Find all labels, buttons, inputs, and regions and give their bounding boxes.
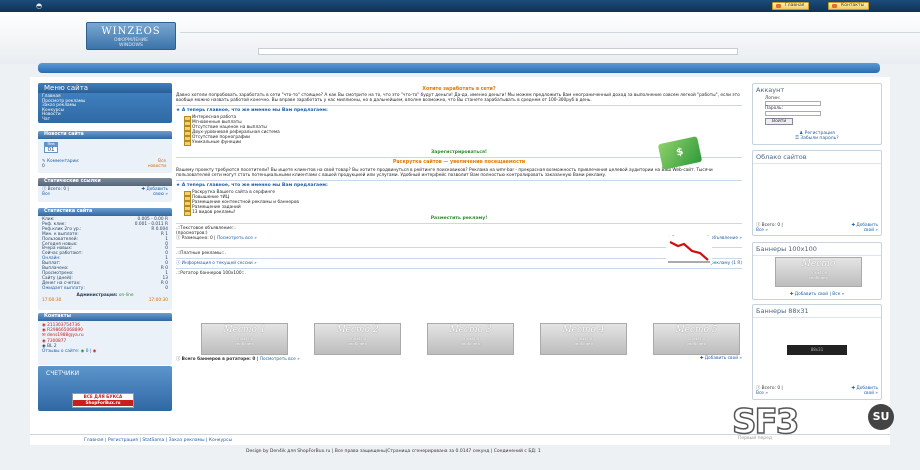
paid-label: .::Платные рекламы::. bbox=[176, 251, 226, 256]
cloud-all-link[interactable]: Все » bbox=[756, 228, 768, 233]
cloud-add-link[interactable]: ✚ Добавить свой » bbox=[851, 223, 878, 233]
stat-row: Ожидает выплату: 0 bbox=[42, 285, 168, 292]
banner-slot-3[interactable]: Место 3 100x100 свободно bbox=[427, 323, 514, 355]
star-icon: ★ bbox=[176, 108, 181, 113]
site-cloud-box: Облако сайтов ⓘ Всего: 0 | Все » ✚ Добави… bbox=[752, 150, 882, 236]
banners-100-add-link[interactable]: ✚ Добавить свой | Все » bbox=[753, 292, 881, 297]
b88-all-link[interactable]: Все » bbox=[756, 391, 768, 396]
banner-100-slot[interactable]: Место 100x100 свободно bbox=[775, 257, 862, 287]
banner-slot-5[interactable]: Место 5 100x100 свободно bbox=[653, 323, 740, 355]
text-ad-count: ⓘ Размещено: 0 | Посмотреть все » bbox=[176, 236, 257, 241]
header-search-bar[interactable] bbox=[258, 48, 738, 55]
earn-title: Хотите заработать в сети? bbox=[422, 87, 496, 92]
watermark-logo: SF3 bbox=[731, 401, 800, 443]
stat-label: Ожидает выплату: bbox=[42, 285, 85, 291]
earn-text: Давно хотели попробовать заработать в се… bbox=[176, 93, 740, 103]
static-links-title: Статические ссылки bbox=[38, 178, 172, 186]
account-title: Аккаунт bbox=[756, 86, 785, 94]
banners-100-title: Баннеры 100x100 bbox=[753, 243, 881, 256]
star-icon: ★ bbox=[176, 183, 181, 188]
stat-value: 0 bbox=[165, 285, 168, 291]
site-stats-title: Статистика сайта bbox=[38, 208, 172, 216]
money-icon: ✚ bbox=[789, 292, 794, 297]
feature2-item: 13 видов рекламы! bbox=[184, 210, 742, 216]
banner-slot-4[interactable]: Место 4 100x100 свободно bbox=[540, 323, 627, 355]
static-links-box: Статические ссылки ⓘ Всего: 0 | ✚ Добави… bbox=[38, 178, 172, 202]
login-button[interactable]: Войти bbox=[765, 118, 794, 125]
place-ad-link[interactable]: Разместить рекламу! bbox=[176, 216, 742, 221]
banners-add-link[interactable]: ✚ Добавить свой » bbox=[700, 356, 742, 362]
watermark-badge: SU bbox=[868, 404, 894, 430]
password-input[interactable] bbox=[765, 111, 821, 116]
rss-icon[interactable]: ◓ bbox=[36, 2, 44, 10]
banner-88-slot[interactable]: 88x31 bbox=[787, 345, 847, 355]
site-stats-box: Статистика сайта Клик: 0.005 - 0.00 R Реф.… bbox=[38, 208, 172, 310]
add-icon: ✚ bbox=[851, 223, 855, 228]
paid-info-link[interactable]: ⓘ Информация о текущей сессии » bbox=[176, 261, 257, 266]
site-stats-list: Клик: 0.005 - 0.00 R Реф. клик: 0.001 - 0.0… bbox=[38, 216, 172, 310]
banners-88-box: Баннеры 88x31 88x31 ⓘ Всего: 0 | Все » ✚ … bbox=[752, 304, 882, 400]
contacts-box: Контакты ◉ 211303754736 ◉ R298665068890 … bbox=[38, 313, 172, 365]
reviews-link[interactable]: Отзывы о сайте: ◉ 0 | ◉ bbox=[42, 349, 168, 354]
b88-add-link[interactable]: ✚ Добавить свой » bbox=[851, 386, 878, 396]
banners-footer: ⓘ Всего баннеров в ротаторе: 0 | Посмотр… bbox=[176, 356, 742, 362]
chart-down-icon bbox=[666, 236, 712, 264]
news-date-day: 01 bbox=[44, 146, 58, 153]
top-bar: ◓ Главная Контакты bbox=[0, 0, 920, 12]
text-ad-view-link[interactable]: Посмотреть все » bbox=[217, 236, 257, 241]
nav-bar bbox=[38, 63, 880, 73]
banner-slot-2[interactable]: Место 2 100x100 свободно bbox=[314, 323, 401, 355]
static-own-link[interactable]: свою » bbox=[153, 192, 168, 198]
home-icon bbox=[776, 4, 781, 8]
counters-box: СЧЕТЧИКИ ВСЕ ДЛЯ БУКСА ShopForBux.ru bbox=[38, 366, 172, 411]
main-content: Хотите заработать в сети? Давно хотели п… bbox=[176, 83, 742, 439]
site-cloud-title: Облако сайтов bbox=[753, 151, 881, 164]
key-icon: ⚿ bbox=[795, 136, 799, 141]
news-comments-link[interactable]: ✎ Комментарии: bbox=[42, 159, 79, 165]
counters-title: СЧЕТЧИКИ bbox=[46, 370, 80, 377]
news-box: Новости сайта Янв 01 ✎ Комментарии: 0 Вс… bbox=[38, 131, 172, 173]
info-icon: ⓘ bbox=[176, 261, 181, 266]
admin-time: 17:00:30 17:00:30 bbox=[42, 297, 168, 303]
info-icon: ⓘ bbox=[176, 357, 181, 362]
reviews-minus-icon: ◉ bbox=[92, 349, 97, 355]
footer-links[interactable]: Главная | Регистрация | StatSama | Заказ… bbox=[84, 438, 232, 443]
banners-100-box: Баннеры 100x100 Место 100x100 свободно ✚ Д… bbox=[752, 242, 882, 300]
counter-badge[interactable]: ВСЕ ДЛЯ БУКСА ShopForBux.ru bbox=[72, 393, 134, 408]
all-news-link[interactable]: Все новости bbox=[148, 159, 166, 169]
banners-view-link[interactable]: Посмотреть все » bbox=[260, 357, 300, 362]
menu-title: Меню сайта bbox=[38, 83, 172, 93]
offer-title: ★ А теперь главное, что же именно мы Вам… bbox=[176, 108, 328, 113]
register-link[interactable]: Зарегистрироваться! bbox=[176, 150, 742, 155]
menu-item-chat[interactable]: Чат bbox=[42, 117, 168, 123]
offer2-title: ★ А теперь главное, что же именно мы Вам… bbox=[176, 183, 328, 188]
features2-list: Раскрутка Вашего сайта в серфинге Повыше… bbox=[184, 190, 742, 216]
site-logo[interactable]: WINZEOS ОФОРМЛЕНИЕ WINDOWS bbox=[86, 22, 176, 50]
features-list: Интересная работа Мгновенные выплаты Отс… bbox=[184, 115, 742, 146]
news-spacer: 0 bbox=[42, 164, 45, 169]
info-icon: ⓘ bbox=[176, 236, 181, 241]
money-icon: ✚ bbox=[699, 356, 704, 361]
header-divider bbox=[180, 32, 920, 33]
reviews-icon: ◉ bbox=[80, 349, 85, 355]
contacts-button[interactable]: Контакты bbox=[828, 2, 870, 10]
contacts-icon bbox=[832, 4, 837, 8]
menu-box: Меню сайта Главная Просмотр рекламы Зака… bbox=[38, 83, 172, 123]
home-button[interactable]: Главная bbox=[772, 2, 810, 10]
promo-text: Вашему проекту требуются посетители? Вы … bbox=[176, 168, 713, 178]
news-title: Новости сайта bbox=[38, 131, 172, 139]
banner-slot-1[interactable]: Место 1 100x100 свободно bbox=[201, 323, 288, 355]
add-icon: ✚ bbox=[851, 386, 855, 391]
static-all-link[interactable]: Все bbox=[42, 192, 50, 198]
promo-title: Раскрутка сайтов — увеличение посещаемос… bbox=[392, 160, 526, 165]
forgot-password-link[interactable]: ⚿ Забыли пароль? bbox=[753, 136, 881, 141]
add-icon: ✚ bbox=[141, 187, 145, 192]
account-box: Аккаунт Логин: Пароль: Войти ♟ Регистрац… bbox=[752, 83, 882, 145]
rotator-label: .::Ротатор баннеров 100x100::. bbox=[176, 271, 246, 276]
footer-copyright: Design by Den4ik для ShopForBux.ru | Все… bbox=[246, 449, 541, 454]
banners-88-title: Баннеры 88x31 bbox=[753, 305, 881, 318]
contacts-title: Контакты bbox=[38, 313, 172, 321]
